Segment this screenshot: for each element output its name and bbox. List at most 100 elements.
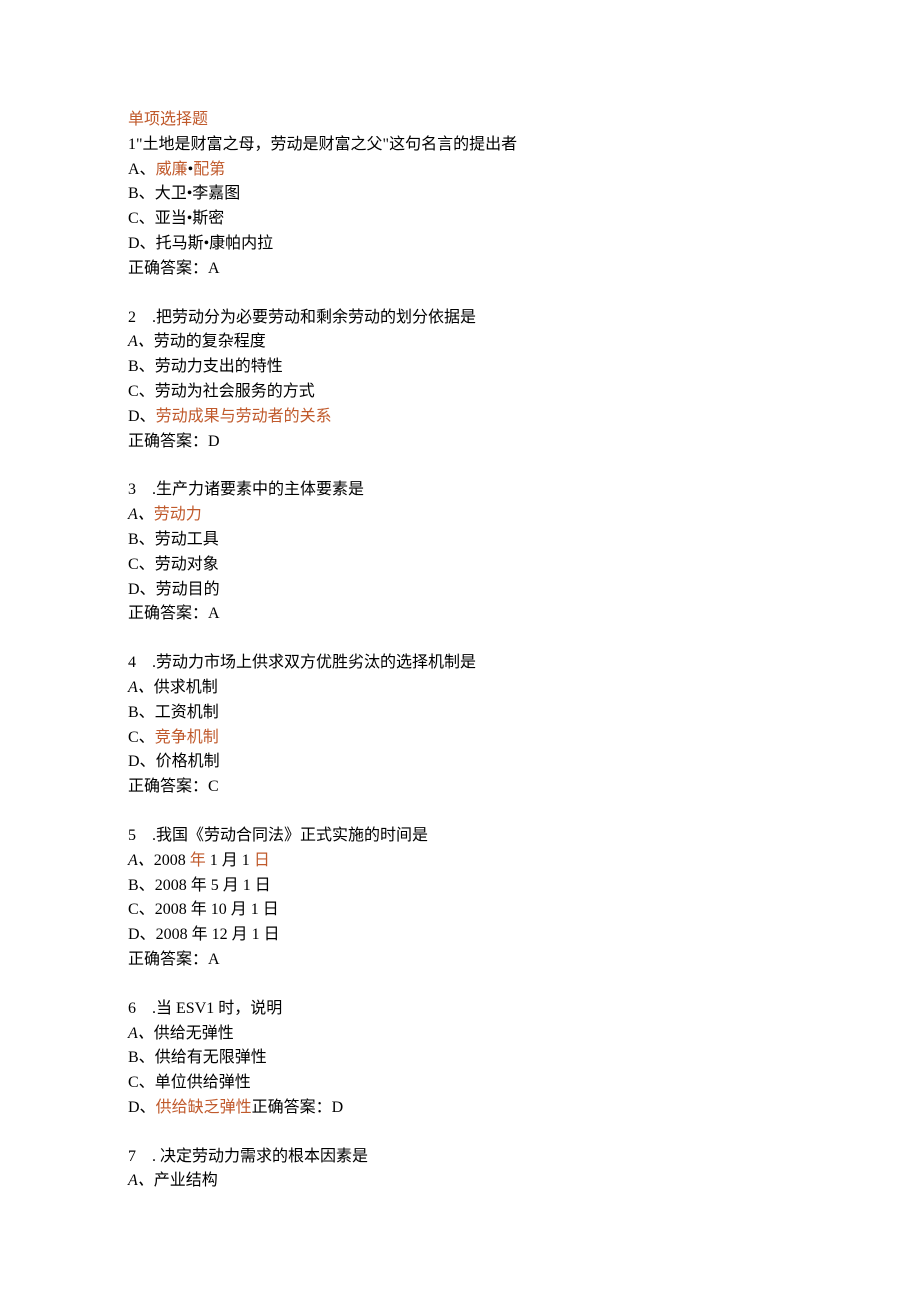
question-stem: 2 .把劳动分为必要劳动和剩余劳动的划分依据是 (128, 306, 920, 331)
option-label: D、 (128, 753, 156, 770)
option-label: C、 (128, 383, 155, 400)
question-number: 1" (128, 136, 143, 153)
option-label: C、 (128, 556, 155, 573)
answer: 正确答案：A (128, 257, 920, 282)
answer: 正确答案：D (128, 430, 920, 455)
option-text: 2008 年 10 月 1 日 (155, 901, 279, 918)
option-text: 劳动为社会服务的方式 (155, 383, 315, 400)
option: D、供给缺乏弹性正确答案：D (128, 1096, 920, 1121)
option-text: 劳动的复杂程度 (154, 333, 266, 350)
option-text: 2008 年 12 月 1 日 (156, 926, 280, 943)
option: A、劳动力 (128, 503, 920, 528)
option-label: B、 (128, 704, 155, 721)
question-text: 当 ESV1 时，说明 (156, 1000, 282, 1017)
option: D、2008 年 12 月 1 日 (128, 923, 920, 948)
question-text: 生产力诸要素中的主体要素是 (156, 481, 364, 498)
option: A、供求机制 (128, 676, 920, 701)
question-stem: 1"土地是财富之母，劳动是财富之父"这句名言的提出者 (128, 133, 920, 158)
option-text: 劳动力支出的特性 (155, 358, 283, 375)
option-label: A、 (128, 333, 154, 350)
question-block: 6 .当 ESV1 时，说明 A、供给无弹性 B、供给有无限弹性 C、单位供给弹… (128, 997, 920, 1121)
section-title: 单项选择题 (128, 108, 920, 133)
question-number: 6 . (128, 1000, 156, 1017)
option: D、劳动目的 (128, 578, 920, 603)
option-hi: 劳动成果与劳动者的关系 (156, 408, 332, 425)
option-label: A、 (128, 506, 154, 523)
option-text: 供给无弹性 (154, 1025, 234, 1042)
question-stem: 6 .当 ESV1 时，说明 (128, 997, 920, 1022)
option-label: A、 (128, 161, 156, 178)
option-label: D、 (128, 235, 156, 252)
question-text: 决定劳动力需求的根本因素是 (160, 1148, 368, 1165)
option: B、劳动工具 (128, 528, 920, 553)
option-label: C、 (128, 729, 155, 746)
question-stem: 3 .生产力诸要素中的主体要素是 (128, 478, 920, 503)
option: C、单位供给弹性 (128, 1071, 920, 1096)
option-hi: 劳动力 (154, 506, 202, 523)
option-text: 价格机制 (156, 753, 220, 770)
option-text: 供给有无限弹性 (155, 1049, 267, 1066)
question-text: 土地是财富之母，劳动是财富之父"这句名言的提出者 (143, 136, 518, 153)
option-label: A、 (128, 1025, 154, 1042)
option: A、威廉•配第 (128, 158, 920, 183)
option-label: A、 (128, 1172, 154, 1189)
question-stem: 7 . 决定劳动力需求的根本因素是 (128, 1145, 920, 1170)
option: C、2008 年 10 月 1 日 (128, 898, 920, 923)
option-hi: 年 (190, 852, 206, 869)
question-number: 2 . (128, 309, 156, 326)
option-text: 工资机制 (155, 704, 219, 721)
option: A、劳动的复杂程度 (128, 330, 920, 355)
question-stem: 5 .我国《劳动合同法》正式实施的时间是 (128, 824, 920, 849)
option: A、2008 年 1 月 1 日 (128, 849, 920, 874)
section-title-text: 单项选择题 (128, 111, 208, 128)
option-mid: 1 月 1 (206, 852, 254, 869)
answer: 正确答案：C (128, 775, 920, 800)
question-block: 2 .把劳动分为必要劳动和剩余劳动的划分依据是 A、劳动的复杂程度 B、劳动力支… (128, 306, 920, 455)
option-label: D、 (128, 926, 156, 943)
option-text: 大卫•李嘉图 (155, 185, 241, 202)
option-label: D、 (128, 581, 156, 598)
option-label: C、 (128, 1074, 155, 1091)
option-label: A、 (128, 679, 154, 696)
question-text: 我国《劳动合同法》正式实施的时间是 (156, 827, 428, 844)
option: D、劳动成果与劳动者的关系 (128, 405, 920, 430)
option-text: 托马斯•康帕内拉 (156, 235, 274, 252)
option-label: B、 (128, 358, 155, 375)
option-text: 劳动对象 (155, 556, 219, 573)
option: D、价格机制 (128, 750, 920, 775)
answer: 正确答案：A (128, 948, 920, 973)
option-hi: 竞争机制 (155, 729, 219, 746)
option-hi: 供给缺乏弹性 (156, 1099, 252, 1116)
option-text: 供求机制 (154, 679, 218, 696)
option-label: B、 (128, 1049, 155, 1066)
option: C、竞争机制 (128, 726, 920, 751)
question-text: 把劳动分为必要劳动和剩余劳动的划分依据是 (156, 309, 476, 326)
question-stem: 4 .劳动力市场上供求双方优胜劣汰的选择机制是 (128, 651, 920, 676)
option: B、供给有无限弹性 (128, 1046, 920, 1071)
question-block: 4 .劳动力市场上供求双方优胜劣汰的选择机制是 A、供求机制 B、工资机制 C、… (128, 651, 920, 800)
question-block: 3 .生产力诸要素中的主体要素是 A、劳动力 B、劳动工具 C、劳动对象 D、劳… (128, 478, 920, 627)
question-text: 劳动力市场上供求双方优胜劣汰的选择机制是 (156, 654, 476, 671)
option: B、大卫•李嘉图 (128, 182, 920, 207)
option-text: 2008 年 5 月 1 日 (155, 877, 271, 894)
option-post: 正确答案：D (252, 1099, 344, 1116)
option-text: 产业结构 (154, 1172, 218, 1189)
question-block: 7 . 决定劳动力需求的根本因素是 A、产业结构 (128, 1145, 920, 1195)
option-label: B、 (128, 531, 155, 548)
option-label: B、 (128, 877, 155, 894)
option: B、2008 年 5 月 1 日 (128, 874, 920, 899)
option-label: C、 (128, 210, 155, 227)
option: C、劳动为社会服务的方式 (128, 380, 920, 405)
option-text: 劳动目的 (156, 581, 220, 598)
option: C、亚当•斯密 (128, 207, 920, 232)
option-label: D、 (128, 408, 156, 425)
option-text: 单位供给弹性 (155, 1074, 251, 1091)
option: A、供给无弹性 (128, 1022, 920, 1047)
option: C、劳动对象 (128, 553, 920, 578)
option: A、产业结构 (128, 1169, 920, 1194)
option-label: C、 (128, 901, 155, 918)
option: D、托马斯•康帕内拉 (128, 232, 920, 257)
answer: 正确答案：A (128, 602, 920, 627)
option-label: A、 (128, 852, 154, 869)
question-number: 5 . (128, 827, 156, 844)
